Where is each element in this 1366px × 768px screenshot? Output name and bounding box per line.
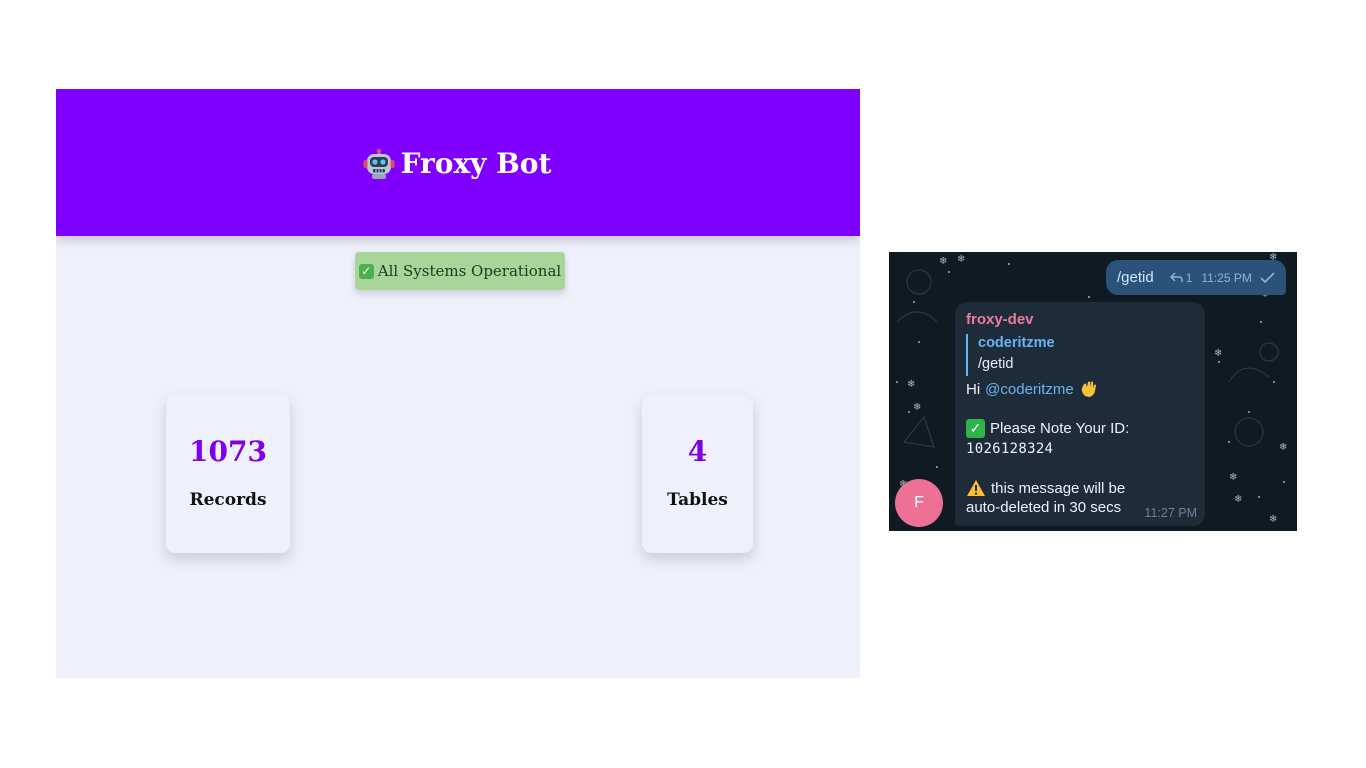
- page-title-text: Froxy Bot: [400, 147, 552, 180]
- outgoing-message-meta: 1 11:25 PM: [1169, 270, 1275, 285]
- sender-name[interactable]: froxy-dev: [966, 311, 1034, 328]
- robot-icon: [363, 148, 395, 179]
- svg-text:❄: ❄: [1229, 472, 1237, 483]
- svg-text:❄: ❄: [957, 254, 965, 265]
- dashboard-panel: Froxy Bot ✓ All Systems Operational 1073…: [56, 89, 860, 678]
- reply-quote[interactable]: coderitzme /getid: [966, 334, 1055, 376]
- read-check-icon: [1260, 272, 1275, 283]
- svg-text:❄: ❄: [1234, 494, 1242, 505]
- greeting-line: Hi @coderitzme: [966, 379, 1099, 399]
- status-text: All Systems Operational: [377, 262, 562, 280]
- user-id[interactable]: 1026128324: [966, 441, 1053, 457]
- telegram-chat-screenshot: ❄❄❄ ❄❄❄ ❄❄❄ ❄❄❄ /getid 1 11:25 PM froxy-…: [889, 252, 1297, 531]
- svg-text:❄: ❄: [1269, 514, 1277, 525]
- warning-line-1: this message will be: [966, 479, 1125, 497]
- quote-author: coderitzme: [978, 335, 1055, 351]
- avatar-letter: F: [914, 494, 924, 511]
- reply-icon: [1169, 272, 1183, 282]
- records-count: 1073: [189, 434, 267, 468]
- tables-count: 4: [687, 434, 708, 468]
- incoming-message[interactable]: froxy-dev coderitzme /getid Hi @coderitz…: [955, 302, 1205, 526]
- note-label: Please Note Your ID:: [990, 420, 1130, 437]
- check-mark-icon: ✓: [358, 263, 374, 279]
- outgoing-message-text: /getid: [1117, 269, 1154, 286]
- dashboard-header: Froxy Bot: [56, 89, 860, 236]
- outgoing-message[interactable]: /getid 1 11:25 PM: [1106, 260, 1286, 295]
- svg-text:❄: ❄: [1279, 442, 1287, 453]
- status-badge: ✓ All Systems Operational: [355, 252, 565, 290]
- greeting-text: Hi: [966, 380, 981, 398]
- svg-text:❄: ❄: [939, 256, 947, 267]
- quote-text: /getid: [978, 356, 1014, 372]
- warning-text-2: auto-deleted in 30 secs: [966, 499, 1122, 516]
- records-label: Records: [189, 489, 267, 510]
- mention-link[interactable]: @coderitzme: [985, 381, 1074, 398]
- stat-card-tables: 4 Tables: [642, 395, 753, 553]
- note-line: ✓ Please Note Your ID:: [966, 419, 1129, 438]
- reply-count: 1: [1185, 270, 1193, 285]
- outgoing-time: 11:25 PM: [1201, 270, 1252, 285]
- tables-label: Tables: [667, 489, 728, 510]
- page-title: Froxy Bot: [363, 147, 552, 180]
- warning-text-1: this message will be: [991, 479, 1126, 497]
- warning-icon: [967, 480, 985, 496]
- waving-hand-icon: [1081, 381, 1096, 397]
- svg-text:❄: ❄: [907, 379, 915, 390]
- svg-text:❄: ❄: [913, 402, 921, 413]
- stat-card-records: 1073 Records: [166, 395, 290, 553]
- svg-text:❄: ❄: [1214, 348, 1222, 359]
- check-mark-icon: ✓: [966, 419, 985, 438]
- avatar[interactable]: F: [895, 479, 943, 527]
- incoming-time: 11:27 PM: [1144, 506, 1197, 520]
